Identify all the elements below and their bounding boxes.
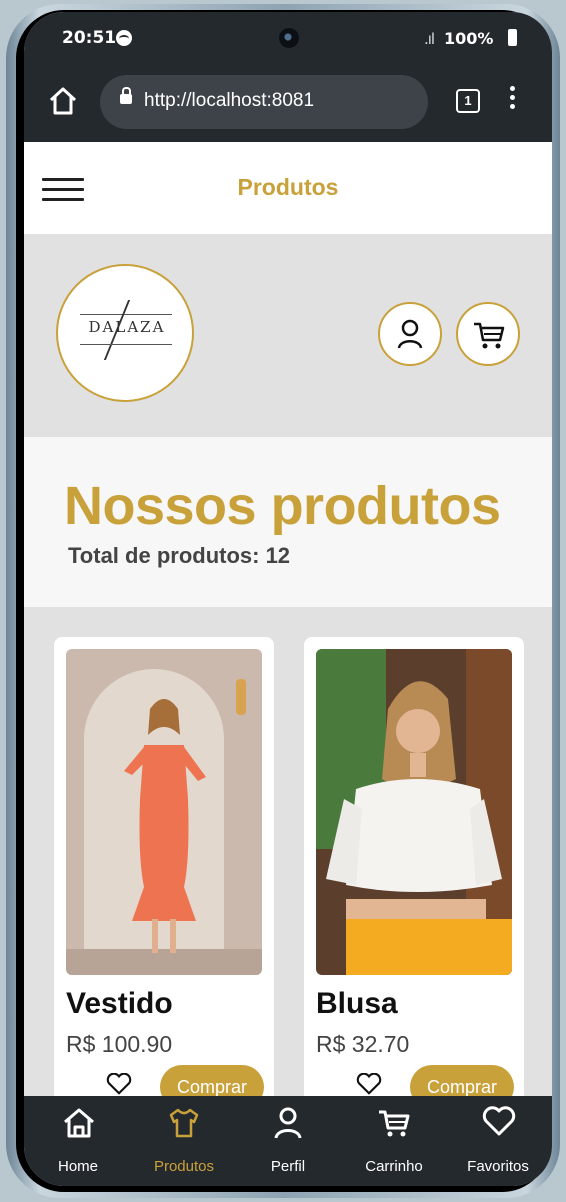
product-card[interactable]: Blusa R$ 32.70 Comprar bbox=[304, 637, 524, 1157]
nav-home[interactable]: Home bbox=[28, 1096, 128, 1186]
tab-switcher-button[interactable]: 1 bbox=[456, 89, 480, 113]
cart-icon bbox=[379, 1110, 410, 1137]
favorite-heart-icon[interactable] bbox=[104, 1073, 134, 1095]
profile-button[interactable] bbox=[378, 302, 442, 366]
logo-line-bottom bbox=[80, 344, 172, 345]
nav-perfil[interactable]: Perfil bbox=[238, 1096, 338, 1186]
product-price: R$ 32.70 bbox=[316, 1031, 410, 1057]
battery-percent: 100% bbox=[444, 29, 494, 48]
cart-button[interactable] bbox=[456, 302, 520, 366]
nav-label: Home bbox=[57, 1158, 98, 1175]
nav-favoritos[interactable]: Favoritos bbox=[448, 1096, 548, 1186]
product-name: Blusa bbox=[316, 987, 398, 1020]
products-heading-section: Nossos produtos Total de produtos: 12 bbox=[24, 437, 552, 607]
lock-icon bbox=[120, 87, 132, 104]
favorite-heart-icon[interactable] bbox=[354, 1073, 384, 1095]
heart-icon bbox=[482, 1106, 516, 1136]
nav-label: Perfil bbox=[270, 1158, 306, 1175]
app-header: Produtos bbox=[24, 142, 552, 234]
status-bar: 20:51 .ıl 100% bbox=[24, 12, 552, 64]
signal-icon: .ıl bbox=[424, 30, 435, 48]
phone-screen: 20:51 .ıl 100% http://localhost:8081 1 P… bbox=[24, 12, 552, 1186]
status-time: 20:51 bbox=[62, 28, 117, 48]
page-title: Nossos produtos bbox=[64, 476, 501, 536]
product-image-dress[interactable] bbox=[66, 649, 262, 975]
address-bar[interactable]: http://localhost:8081 bbox=[100, 75, 428, 129]
bottom-navigation: Home Produtos Perfil Carrinho Favoritos bbox=[24, 1096, 552, 1186]
product-name: Vestido bbox=[66, 987, 173, 1020]
browser-toolbar: http://localhost:8081 1 bbox=[24, 64, 552, 142]
shirt-icon bbox=[169, 1108, 199, 1138]
nav-label: Carrinho bbox=[365, 1158, 423, 1175]
product-grid: Vestido R$ 100.90 Comprar Blusa R$ 32.70… bbox=[24, 607, 552, 1157]
nav-produtos[interactable]: Produtos bbox=[134, 1096, 234, 1186]
product-image-blouse[interactable] bbox=[316, 649, 512, 975]
product-card[interactable]: Vestido R$ 100.90 Comprar bbox=[54, 637, 274, 1157]
front-camera bbox=[279, 28, 299, 48]
battery-icon bbox=[508, 29, 517, 46]
spotify-icon bbox=[116, 30, 132, 46]
product-price: R$ 100.90 bbox=[66, 1031, 173, 1057]
nav-carrinho[interactable]: Carrinho bbox=[344, 1096, 444, 1186]
user-icon bbox=[274, 1107, 302, 1139]
brand-area: DALAZA bbox=[24, 234, 552, 437]
products-count: Total de produtos: 12 bbox=[68, 543, 291, 568]
nav-label: Favoritos bbox=[467, 1158, 529, 1175]
home-icon bbox=[64, 1108, 94, 1138]
brand-logo[interactable]: DALAZA bbox=[56, 264, 194, 402]
browser-home-icon[interactable] bbox=[48, 86, 78, 116]
user-icon bbox=[397, 319, 423, 349]
header-title: Produtos bbox=[237, 174, 339, 200]
nav-label: Produtos bbox=[153, 1158, 215, 1175]
browser-menu-icon[interactable] bbox=[508, 86, 516, 118]
url-text: http://localhost:8081 bbox=[144, 90, 315, 111]
cart-icon bbox=[474, 322, 505, 349]
